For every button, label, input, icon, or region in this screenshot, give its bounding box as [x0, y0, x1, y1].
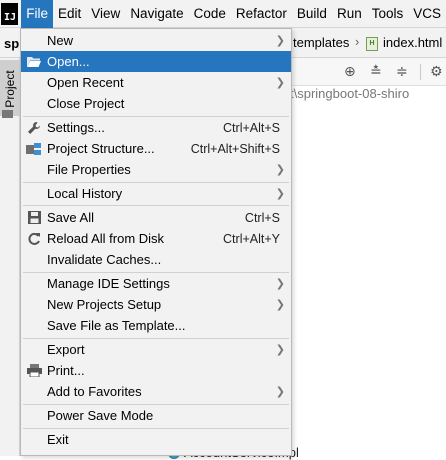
menu-item-save-all[interactable]: Save All Ctrl+S	[21, 207, 291, 228]
intellij-logo-icon: IJ	[1, 2, 19, 25]
menu-item-label: Close Project	[47, 96, 125, 111]
folder-open-icon	[26, 54, 42, 70]
menu-item-label: New Projects Setup	[47, 297, 162, 312]
menu-item-export[interactable]: Export ❯	[21, 339, 291, 360]
menu-edit[interactable]: Edit	[53, 0, 86, 28]
menu-item-invalidate-caches[interactable]: Invalidate Caches...	[21, 249, 291, 270]
wrench-icon	[26, 120, 42, 136]
menu-item-label: Manage IDE Settings	[47, 276, 170, 291]
reload-icon	[26, 231, 42, 247]
menu-item-label: Reload All from Disk	[47, 231, 165, 246]
menu-divider	[23, 205, 289, 206]
menu-item-add-to-favorites[interactable]: Add to Favorites ❯	[21, 381, 291, 402]
submenu-arrow-icon: ❯	[275, 77, 285, 89]
menu-item-label: Local History	[47, 186, 123, 201]
menu-item-manage-ide-settings[interactable]: Manage IDE Settings ❯	[21, 273, 291, 294]
project-path: t\springboot-08-shiro	[290, 86, 410, 101]
project-toolbar: ⊕ ≛ ≑ ⚙	[290, 58, 446, 86]
gear-icon[interactable]: ⚙	[430, 63, 443, 80]
chevron-right-icon: ›	[355, 34, 360, 49]
menu-item-label: Export	[47, 342, 85, 357]
menu-item-label: Exit	[47, 432, 69, 447]
locate-icon[interactable]: ⊕	[344, 63, 356, 80]
breadcrumb-folder[interactable]: templates	[293, 35, 349, 50]
menu-item-shortcut: Ctrl+Alt+Shift+S	[190, 141, 280, 156]
toolbar-divider	[420, 64, 421, 80]
menu-bar: IJ File Edit View Navigate Code Refactor…	[0, 0, 446, 28]
menu-item-new[interactable]: New ❯	[21, 30, 291, 51]
menu-item-label: Power Save Mode	[47, 408, 154, 423]
menu-item-reload-all[interactable]: Reload All from Disk Ctrl+Alt+Y	[21, 228, 291, 249]
submenu-arrow-icon: ❯	[275, 299, 285, 311]
menu-item-open-recent[interactable]: Open Recent ❯	[21, 72, 291, 93]
menu-tools[interactable]: Tools	[367, 0, 409, 28]
print-icon	[26, 363, 42, 379]
menu-item-power-save-mode[interactable]: Power Save Mode	[21, 405, 291, 426]
menu-item-project-structure[interactable]: Project Structure... Ctrl+Alt+Shift+S	[21, 138, 291, 159]
menu-item-label: Invalidate Caches...	[47, 252, 162, 267]
project-structure-icon	[26, 141, 42, 157]
menu-item-label: Print...	[47, 363, 85, 378]
file-menu-dropdown: New ❯ Open... Open Recent ❯ Close Projec…	[20, 28, 292, 456]
project-tool-tab[interactable]: Project	[0, 60, 20, 116]
menu-item-label: Save All	[47, 210, 94, 225]
menu-item-label: File Properties	[47, 162, 131, 177]
menu-view[interactable]: View	[86, 0, 125, 28]
submenu-arrow-icon: ❯	[275, 278, 285, 290]
submenu-arrow-icon: ❯	[275, 35, 285, 47]
menu-item-save-file-as-template[interactable]: Save File as Template...	[21, 315, 291, 336]
save-icon	[26, 210, 42, 226]
menu-item-shortcut: Ctrl+S	[244, 210, 280, 225]
menu-item-close-project[interactable]: Close Project	[21, 93, 291, 114]
submenu-arrow-icon: ❯	[275, 344, 285, 356]
menu-vcs[interactable]: VCS	[408, 0, 446, 28]
menu-item-label: Open...	[47, 54, 90, 69]
menu-item-print[interactable]: Print...	[21, 360, 291, 381]
menu-file[interactable]: File	[21, 0, 54, 28]
menu-item-label: New	[47, 33, 74, 48]
menu-item-shortcut: Ctrl+Alt+S	[223, 120, 280, 135]
menu-item-local-history[interactable]: Local History ❯	[21, 183, 291, 204]
menu-refactor[interactable]: Refactor	[231, 0, 292, 28]
menu-item-label: Settings...	[47, 120, 105, 135]
menu-navigate[interactable]: Navigate	[125, 0, 188, 28]
menu-build[interactable]: Build	[292, 0, 332, 28]
menu-run[interactable]: Run	[332, 0, 367, 28]
menu-item-shortcut: Ctrl+Alt+Y	[223, 231, 280, 246]
menu-item-label: Add to Favorites	[47, 384, 142, 399]
submenu-arrow-icon: ❯	[275, 188, 285, 200]
menu-code[interactable]: Code	[189, 0, 231, 28]
menu-item-file-properties[interactable]: File Properties ❯	[21, 159, 291, 180]
menu-item-label: Save File as Template...	[47, 318, 186, 333]
menu-item-new-projects-setup[interactable]: New Projects Setup ❯	[21, 294, 291, 315]
breadcrumb-file[interactable]: index.html	[383, 35, 442, 50]
submenu-arrow-icon: ❯	[275, 164, 285, 176]
folder-icon	[2, 110, 13, 118]
menu-item-label: Project Structure...	[47, 141, 155, 156]
menu-item-settings[interactable]: Settings... Ctrl+Alt+S	[21, 117, 291, 138]
menu-item-open[interactable]: Open...	[21, 51, 291, 72]
menu-item-label: Open Recent	[47, 75, 124, 90]
project-tab-label: Project	[3, 70, 17, 108]
expand-all-icon[interactable]: ≛	[370, 63, 382, 80]
menu-item-exit[interactable]: Exit	[21, 429, 291, 450]
collapse-all-icon[interactable]: ≑	[396, 63, 408, 80]
submenu-arrow-icon: ❯	[275, 386, 285, 398]
html-file-icon: H	[366, 37, 378, 51]
